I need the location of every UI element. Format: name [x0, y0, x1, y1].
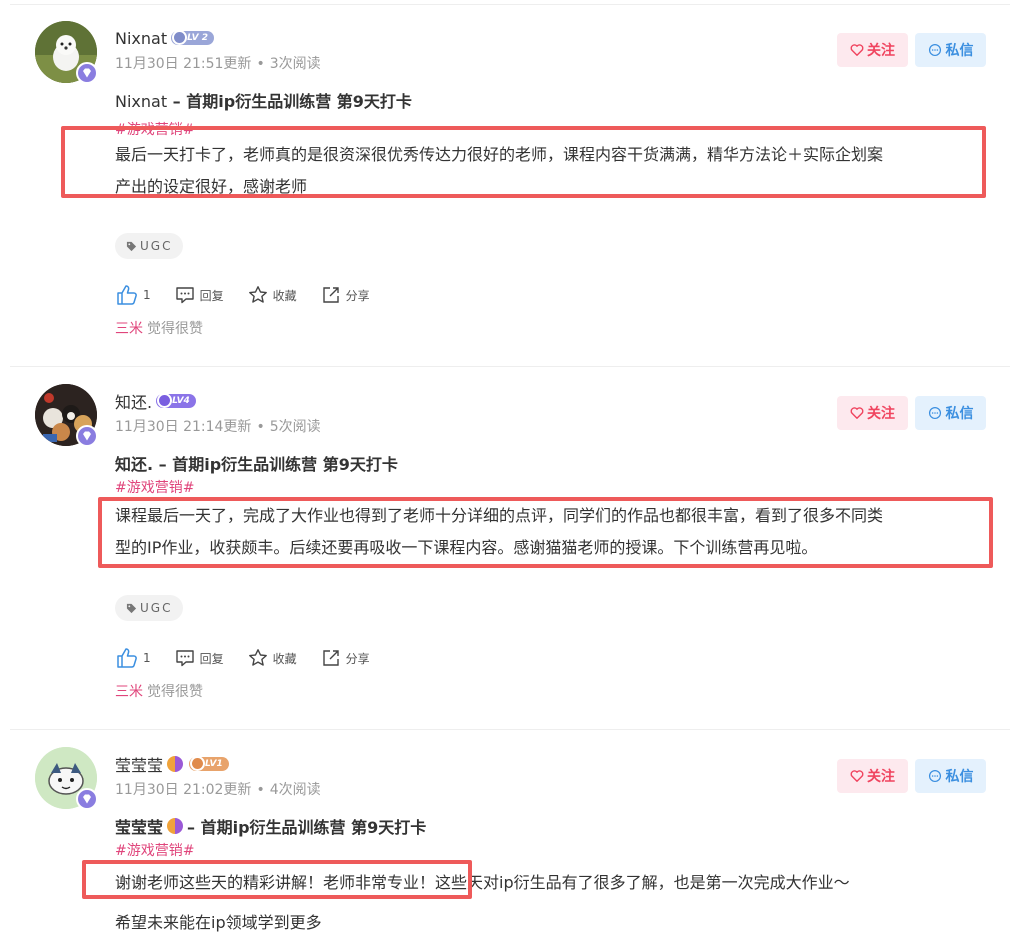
topic-hashtag[interactable]: #游戏营销# [115, 119, 194, 139]
tag-chip[interactable]: UGC [115, 233, 184, 259]
like-count: 1 [143, 651, 151, 665]
diamond-badge-icon [76, 788, 98, 810]
read-count: 3次阅读 [269, 56, 321, 72]
follow-button[interactable]: 关注 [837, 759, 908, 793]
username[interactable]: 莹莹莹 [115, 752, 163, 776]
post-date: 11月30日 21:51更新 [115, 56, 252, 72]
message-button[interactable]: 私信 [915, 759, 986, 793]
chat-bubble-icon [928, 769, 941, 783]
post-title[interactable]: 知还. – 首期ip衍生品训练营 第9天打卡 [115, 451, 398, 475]
post-card: Nixnat LV 2 11月30日 21:51更新 • 3次阅读 关注 私信 Ni… [0, 5, 1015, 365]
tag-chip[interactable]: UGC [115, 595, 184, 621]
username-row: Nixnat LV 2 [115, 27, 214, 49]
thumbs-up-icon [117, 648, 137, 668]
share-icon [322, 650, 339, 666]
post-date: 11月30日 21:02更新 [115, 782, 252, 798]
reply-button[interactable]: 回复 [175, 648, 224, 668]
topic-hashtag[interactable]: #游戏营销# [115, 840, 194, 860]
username-row: 莹莹莹 LV1 [115, 753, 229, 775]
share-button[interactable]: 分享 [321, 285, 370, 305]
level-badge: LV 2 [171, 30, 214, 45]
follow-button[interactable]: 关注 [837, 33, 908, 67]
follow-button[interactable]: 关注 [837, 396, 908, 430]
post-content: 谢谢老师这些天的精彩讲解！老师非常专业！这些天对ip衍生品有了很多了解，也是第一… [115, 873, 850, 932]
diamond-badge-icon [76, 425, 98, 447]
heart-icon [850, 770, 864, 782]
like-button[interactable]: 1 [116, 647, 151, 669]
read-count: 5次阅读 [269, 419, 321, 435]
star-icon [248, 649, 267, 666]
post-divider [10, 729, 1010, 730]
chat-bubble-icon [928, 406, 941, 420]
username[interactable]: Nixnat [115, 29, 167, 48]
liked-by: 三米 觉得很赞 [115, 684, 203, 700]
read-count: 4次阅读 [269, 782, 321, 798]
post-divider [10, 366, 1010, 367]
post-card: 知还. LV4 11月30日 21:14更新 • 5次阅读 关注 私信 知还. – … [0, 368, 1015, 728]
liker-name[interactable]: 三米 [115, 684, 143, 700]
post-content: 课程最后一天了，完成了大作业也得到了老师十分详细的点评，同学们的作品也都很丰富，… [115, 506, 884, 557]
thumbs-up-icon [117, 285, 137, 305]
liked-by: 三米 觉得很赞 [115, 321, 203, 337]
username-row: 知还. LV4 [115, 390, 196, 412]
liker-name[interactable]: 三米 [115, 321, 143, 337]
post-date: 11月30日 21:14更新 [115, 419, 252, 435]
heart-icon [850, 44, 864, 56]
level-badge: LV4 [156, 393, 196, 408]
level-badge: LV1 [189, 756, 229, 771]
emoji-icon [167, 818, 184, 834]
post-title[interactable]: 莹莹莹 – 首期ip衍生品训练营 第9天打卡 [115, 814, 426, 838]
emoji-icon [167, 756, 184, 772]
action-bar: 1 回复 收藏 分享 [116, 283, 394, 307]
post-meta: 11月30日 21:51更新 • 3次阅读 [115, 56, 321, 72]
post-meta: 11月30日 21:02更新 • 4次阅读 [115, 782, 321, 798]
action-bar: 1 回复 收藏 分享 [116, 646, 394, 670]
message-button[interactable]: 私信 [915, 33, 986, 67]
share-button[interactable]: 分享 [321, 648, 370, 668]
topic-hashtag[interactable]: #游戏营销# [115, 477, 194, 497]
comment-icon [175, 287, 194, 304]
like-count: 1 [143, 288, 151, 302]
star-icon [248, 286, 267, 303]
share-icon [322, 287, 339, 303]
collect-button[interactable]: 收藏 [248, 648, 297, 668]
chat-bubble-icon [928, 43, 941, 57]
post-meta: 11月30日 21:14更新 • 5次阅读 [115, 419, 321, 435]
post-content: 最后一天打卡了，老师真的是很资深很优秀传达力很好的老师，课程内容干货满满，精华方… [115, 145, 884, 196]
username[interactable]: 知还. [115, 389, 152, 413]
like-button[interactable]: 1 [116, 284, 151, 306]
message-button[interactable]: 私信 [915, 396, 986, 430]
heart-icon [850, 407, 864, 419]
comment-icon [175, 650, 194, 667]
diamond-badge-icon [76, 62, 98, 84]
post-title[interactable]: Nixnat – 首期ip衍生品训练营 第9天打卡 [115, 88, 412, 112]
reply-button[interactable]: 回复 [175, 285, 224, 305]
tag-icon [126, 241, 137, 251]
post-card: 莹莹莹 LV1 11月30日 21:02更新 • 4次阅读 关注 私信 莹莹莹 – … [0, 731, 1015, 945]
tag-icon [126, 603, 137, 613]
collect-button[interactable]: 收藏 [248, 285, 297, 305]
